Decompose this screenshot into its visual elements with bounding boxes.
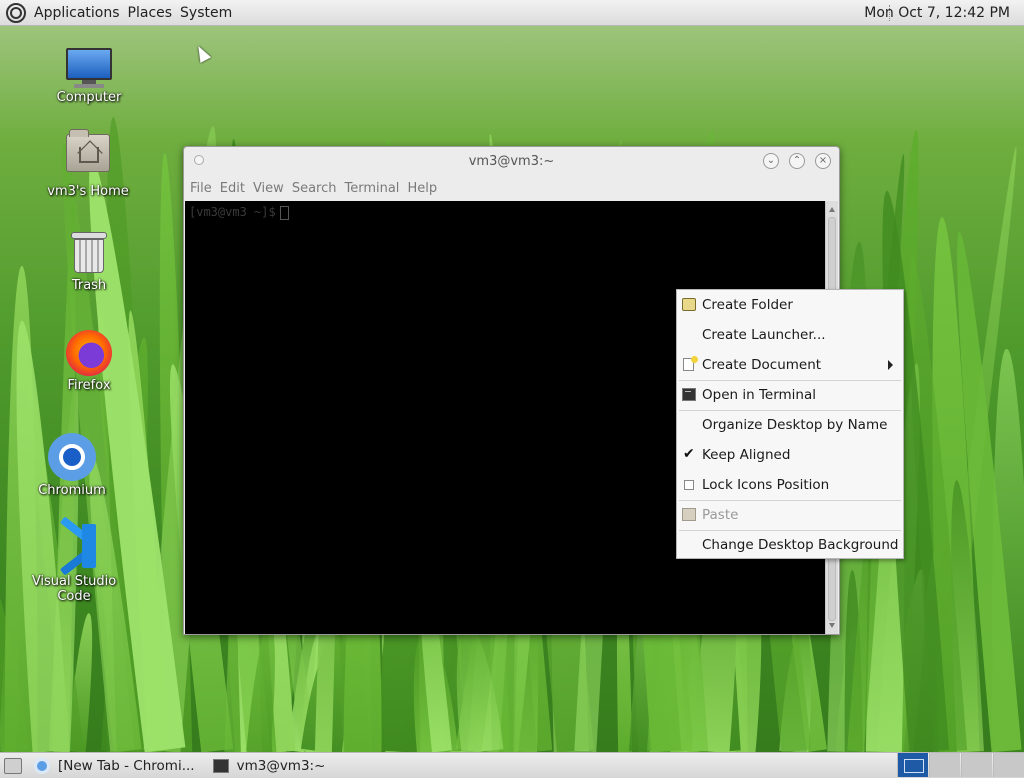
desktop-icon-firefox[interactable]: Firefox (34, 330, 144, 393)
vscode-icon (52, 516, 96, 576)
desktop-icon-label: Visual Studio Code (31, 574, 117, 604)
close-button[interactable]: × (815, 153, 831, 169)
desktop-icon-vscode[interactable]: Visual Studio Code (19, 516, 129, 604)
menu-places[interactable]: Places (124, 5, 177, 21)
folder-icon (682, 298, 696, 311)
clock[interactable]: Mon Oct 7, 12:42 PM (864, 5, 1010, 21)
checkbox-icon (684, 480, 694, 490)
menu-item-label: Lock Icons Position (702, 477, 830, 493)
desktop-icon-label: vm3's Home (47, 184, 129, 199)
show-desktop-button[interactable] (4, 757, 22, 774)
menu-item-label: Create Document (702, 357, 822, 373)
workspace-1[interactable] (897, 753, 928, 777)
scroll-down-icon[interactable] (829, 623, 835, 628)
terminal-menu-edit[interactable]: Edit (216, 181, 249, 196)
terminal-menu-help[interactable]: Help (403, 181, 441, 196)
menu-item-create-launcher[interactable]: Create Launcher... (677, 320, 903, 350)
workspace-2[interactable] (929, 753, 960, 777)
menu-item-label: Change Desktop Background (702, 537, 899, 553)
menu-item-label: Organize Desktop by Name (702, 417, 888, 433)
terminal-menu-view[interactable]: View (249, 181, 288, 196)
terminal-prompt: [vm3@vm3 ~]$ (189, 205, 289, 220)
desktop-icon-label: Trash (71, 278, 107, 293)
computer-icon (66, 48, 112, 88)
window-menu-icon[interactable] (194, 155, 204, 165)
desktop-icon-computer[interactable]: Computer (34, 48, 144, 105)
terminal-menubar: File Edit View Search Terminal Help (184, 175, 839, 201)
checkmark-icon: ✔ (683, 446, 695, 462)
desktop-icon-label: Firefox (67, 378, 111, 393)
submenu-arrow-icon (888, 360, 893, 370)
terminal-icon (212, 758, 229, 773)
menu-item-lock-icons[interactable]: Lock Icons Position (677, 470, 903, 500)
desktop-icon-label: Chromium (38, 483, 106, 498)
terminal-menu-terminal[interactable]: Terminal (340, 181, 403, 196)
chromium-icon (34, 757, 50, 774)
taskbar-item-chromium[interactable]: [New Tab - Chromi... (28, 755, 201, 777)
terminal-menu-file[interactable]: File (186, 181, 216, 196)
menu-item-change-background[interactable]: Change Desktop Background (677, 530, 903, 560)
menu-item-paste: Paste (677, 500, 903, 530)
terminal-menu-search[interactable]: Search (288, 181, 341, 196)
taskbar-item-label: vm3@vm3:~ (236, 757, 326, 774)
bottom-panel: [New Tab - Chromi... vm3@vm3:~ (0, 752, 1024, 778)
menu-item-open-in-terminal[interactable]: Open in Terminal (677, 380, 903, 410)
menu-item-organize-desktop[interactable]: Organize Desktop by Name (677, 410, 903, 440)
terminal-cursor (279, 205, 289, 220)
trash-icon (71, 232, 107, 274)
document-icon (683, 356, 698, 371)
menu-item-create-document[interactable]: Create Document (677, 350, 903, 380)
maximize-button[interactable]: ⌃ (789, 153, 805, 169)
prompt-text: [vm3@vm3 ~]$ (189, 205, 276, 219)
scroll-up-icon[interactable] (829, 207, 835, 212)
menu-item-label: Paste (702, 507, 739, 523)
distro-logo-icon[interactable] (6, 2, 26, 23)
chromium-icon (48, 433, 96, 481)
menu-item-label: Keep Aligned (702, 447, 791, 463)
top-panel: Applications Places System Mon Oct 7, 12… (0, 0, 1024, 26)
terminal-titlebar[interactable]: vm3@vm3:~ ⌄ ⌃ × (184, 147, 839, 175)
firefox-icon (66, 330, 112, 376)
home-folder-icon (66, 129, 110, 172)
minimize-button[interactable]: ⌄ (763, 153, 779, 169)
menu-system[interactable]: System (176, 5, 236, 21)
paste-icon (682, 508, 696, 521)
terminal-title: vm3@vm3:~ (468, 153, 555, 169)
menu-item-create-folder[interactable]: Create Folder (677, 290, 903, 320)
desktop-icon-label: Computer (56, 90, 122, 105)
menu-item-keep-aligned[interactable]: ✔ Keep Aligned (677, 440, 903, 470)
terminal-icon (682, 388, 696, 401)
desktop-icon-chromium[interactable]: Chromium (17, 433, 127, 498)
menu-item-label: Open in Terminal (702, 387, 816, 403)
desktop-context-menu: Create Folder Create Launcher... Create … (676, 289, 904, 559)
taskbar-item-label: [New Tab - Chromi... (58, 757, 195, 774)
workspace-4[interactable] (993, 753, 1024, 777)
menu-item-label: Create Folder (702, 297, 793, 313)
menu-item-label: Create Launcher... (702, 327, 826, 343)
desktop-icon-trash[interactable]: Trash (34, 232, 144, 293)
desktop-icon-home[interactable]: vm3's Home (33, 129, 143, 199)
taskbar-item-terminal[interactable]: vm3@vm3:~ (207, 755, 332, 777)
workspace-3[interactable] (961, 753, 992, 777)
menu-applications[interactable]: Applications (30, 5, 124, 21)
